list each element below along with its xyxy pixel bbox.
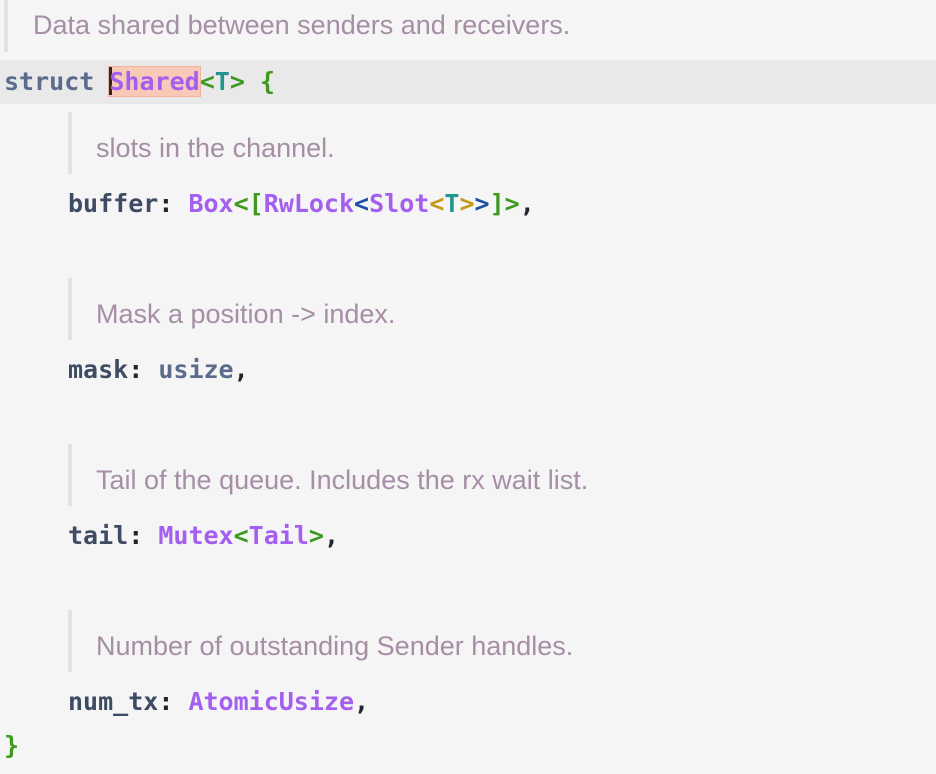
field-tail[interactable]: tail: Mutex<Tail>, xyxy=(68,518,339,554)
field-mask[interactable]: mask: usize, xyxy=(68,352,249,388)
struct-doc-text: Data shared between senders and receiver… xyxy=(33,10,571,40)
struct-name[interactable]: Shared xyxy=(108,66,201,97)
struct-declaration[interactable]: struct Shared<T> { xyxy=(4,64,275,100)
struct-keyword: struct xyxy=(4,67,95,96)
struct-doc-comment: Data shared between senders and receiver… xyxy=(4,0,570,52)
field-num-tx[interactable]: num_tx: AtomicUsize, xyxy=(68,684,369,720)
generic-param: T xyxy=(214,67,230,96)
num-tx-doc-comment: Number of outstanding Sender handles. xyxy=(68,610,573,672)
tail-doc-comment: Tail of the queue. Includes the rx wait … xyxy=(68,444,588,506)
open-brace: { xyxy=(259,67,275,96)
field-buffer[interactable]: buffer: Box<[RwLock<Slot<T>>]>, xyxy=(68,186,535,222)
mask-doc-comment: Mask a position -> index. xyxy=(68,278,395,340)
buffer-doc-comment: slots in the channel. xyxy=(68,112,335,174)
close-brace: } xyxy=(4,731,20,760)
